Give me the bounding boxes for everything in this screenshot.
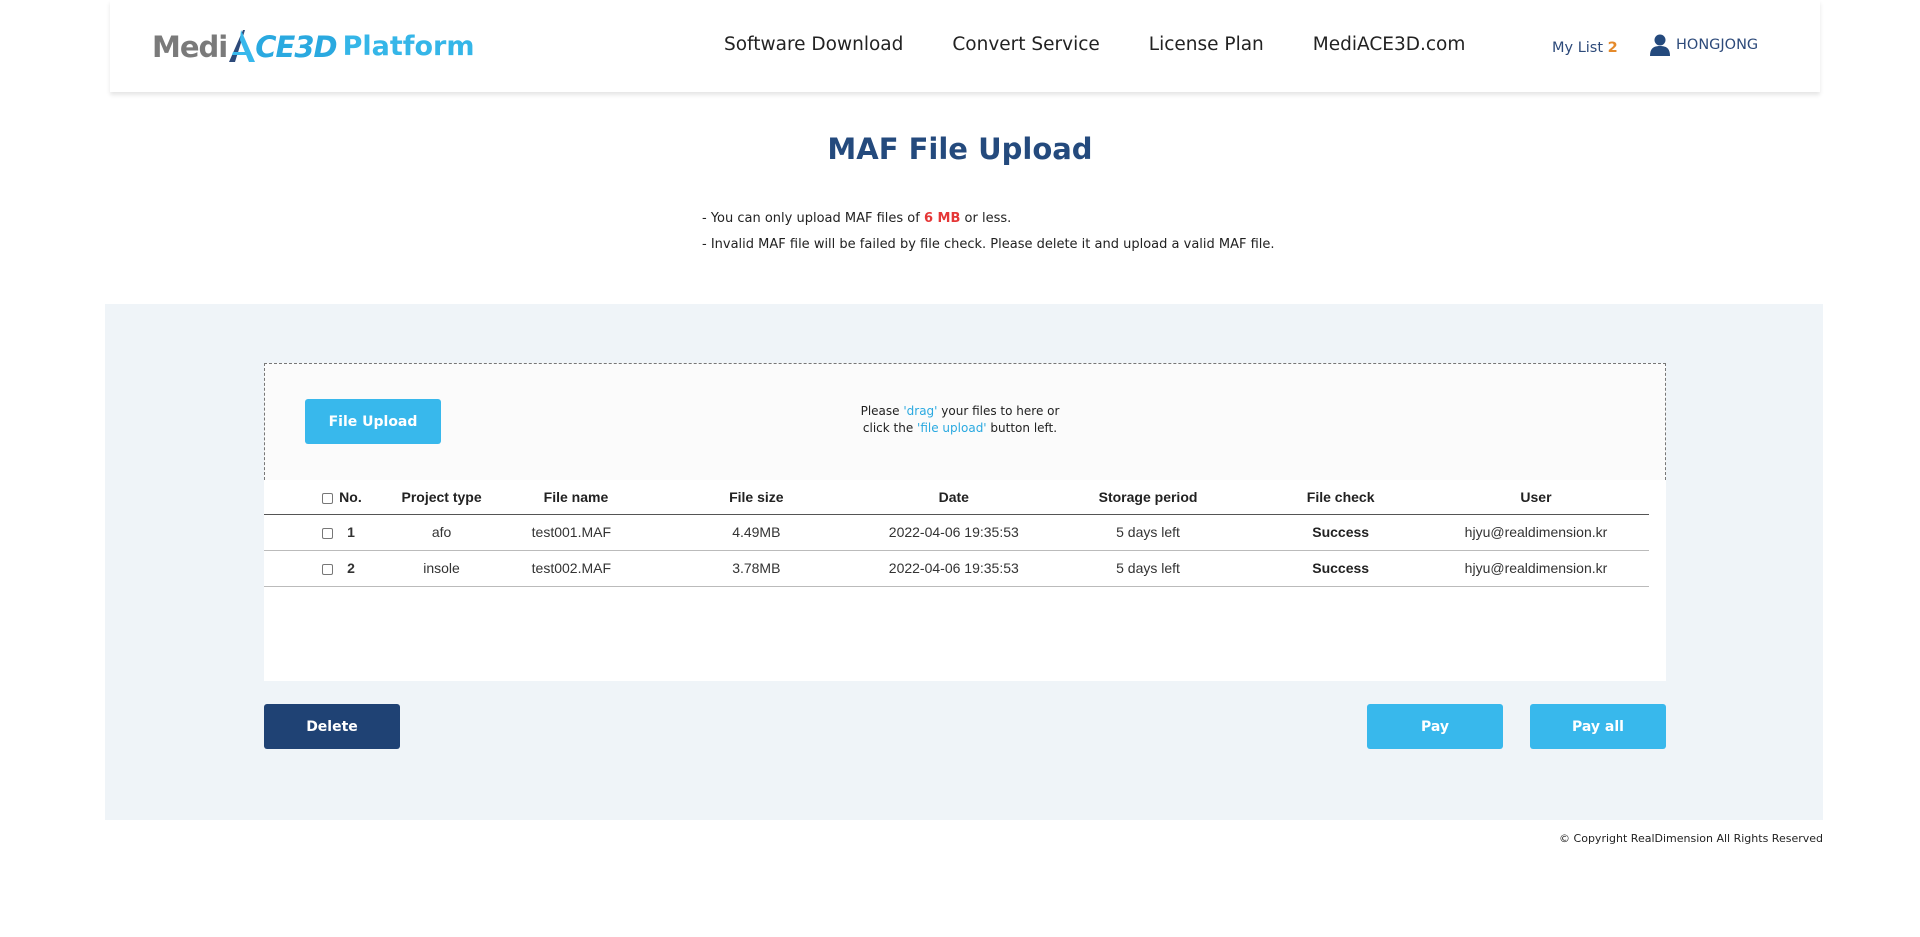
user-icon xyxy=(1650,34,1670,56)
my-list-link[interactable]: My List 2 xyxy=(1552,40,1618,56)
cell-file-check: Success xyxy=(1258,514,1423,551)
user-name: HONGJONG xyxy=(1676,37,1759,53)
col-date: Date xyxy=(869,480,1038,515)
logo-text-platform: Platform xyxy=(342,31,475,62)
logo[interactable]: Medi CE3D Platform xyxy=(152,22,475,64)
cell-project-type: afo xyxy=(369,514,514,551)
hint-text: your files to here or xyxy=(937,404,1060,418)
col-file-name: File name xyxy=(513,480,643,515)
user-menu[interactable]: HONGJONG xyxy=(1650,34,1758,56)
file-upload-button[interactable]: File Upload xyxy=(305,399,441,444)
cell-user: hjyu@realdimension.kr xyxy=(1422,550,1649,587)
col-user: User xyxy=(1422,480,1649,515)
cell-file-check: Success xyxy=(1258,550,1423,587)
col-no: No. xyxy=(337,480,370,515)
cell-date: 2022-04-06 19:35:53 xyxy=(869,550,1038,587)
cell-user: hjyu@realdimension.kr xyxy=(1422,514,1649,551)
note-invalid-file: - Invalid MAF file will be failed by fil… xyxy=(702,237,1275,252)
hint-text: click the xyxy=(862,421,918,435)
select-all-cell xyxy=(264,480,338,515)
nav-convert-service[interactable]: Convert Service xyxy=(952,34,1099,55)
col-file-check: File check xyxy=(1258,480,1423,515)
page-title: MAF File Upload xyxy=(827,132,1093,166)
my-list-count: 2 xyxy=(1607,40,1618,56)
file-table-container: No. Project type File name File size Dat… xyxy=(264,480,1666,681)
col-file-size: File size xyxy=(642,480,870,515)
row-select-cell xyxy=(264,550,338,587)
cell-date: 2022-04-06 19:35:53 xyxy=(869,514,1038,551)
cell-file-size: 4.49MB xyxy=(642,514,870,551)
logo-text-ce3d: CE3D xyxy=(255,30,337,64)
cell-file-name: test002.MAF xyxy=(513,550,643,587)
row-checkbox[interactable] xyxy=(322,563,334,575)
pay-button[interactable]: Pay xyxy=(1367,704,1503,749)
col-storage-period: Storage period xyxy=(1037,480,1259,515)
select-all-checkbox[interactable] xyxy=(322,492,334,504)
nav-license-plan[interactable]: License Plan xyxy=(1149,34,1264,55)
cell-no: 1 xyxy=(337,514,370,551)
nav-mediace3d-com[interactable]: MediACE3D.com xyxy=(1313,34,1466,55)
cell-file-size: 3.78MB xyxy=(642,550,870,587)
cell-file-name: test001.MAF xyxy=(513,514,643,551)
delete-button[interactable]: Delete xyxy=(264,704,400,749)
nav-software-download[interactable]: Software Download xyxy=(724,34,903,55)
note-size-limit: - You can only upload MAF files of 6 MB … xyxy=(702,206,1275,232)
main-nav: Software Download Convert Service Licens… xyxy=(724,34,1514,55)
logo-text-medi: Medi xyxy=(152,30,228,64)
file-table: No. Project type File name File size Dat… xyxy=(264,480,1649,587)
note1-suffix: or less. xyxy=(960,211,1012,226)
pay-all-button[interactable]: Pay all xyxy=(1530,704,1666,749)
hint-text: Please xyxy=(860,404,904,418)
note1-prefix: - You can only upload MAF files of xyxy=(702,211,924,226)
upload-notes: - You can only upload MAF files of 6 MB … xyxy=(702,206,1275,258)
row-select-cell xyxy=(264,514,338,551)
cell-storage-period: 5 days left xyxy=(1037,514,1259,551)
table-row[interactable]: 1 afo test001.MAF 4.49MB 2022-04-06 19:3… xyxy=(264,514,1649,551)
cell-no: 2 xyxy=(337,550,370,587)
cell-storage-period: 5 days left xyxy=(1037,550,1259,587)
row-checkbox[interactable] xyxy=(322,527,334,539)
my-list-label: My List xyxy=(1552,40,1604,56)
col-project-type: Project type xyxy=(369,480,514,515)
logo-a-mark-icon xyxy=(227,28,257,64)
hint-file-upload: 'file upload' xyxy=(917,421,987,435)
copyright: © Copyright RealDimension All Rights Res… xyxy=(1559,832,1823,845)
hint-text: button left. xyxy=(986,421,1058,435)
table-row[interactable]: 2 insole test002.MAF 3.78MB 2022-04-06 1… xyxy=(264,550,1649,587)
note1-highlight: 6 MB xyxy=(923,211,961,226)
header: Medi CE3D Platform Software Download Con… xyxy=(110,0,1820,92)
cell-project-type: insole xyxy=(369,550,514,587)
table-header-row: No. Project type File name File size Dat… xyxy=(264,480,1649,515)
hint-drag: 'drag' xyxy=(903,404,938,418)
drag-hint: Please 'drag' your files to here or clic… xyxy=(820,403,1100,437)
